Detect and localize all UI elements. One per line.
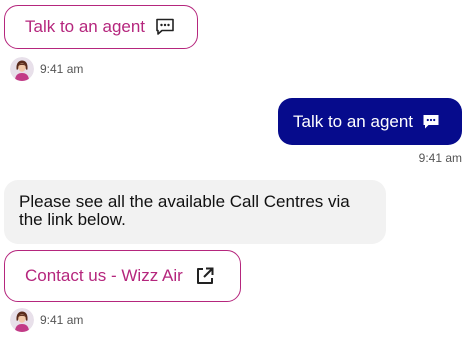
agent-meta-row: 9:41 am bbox=[10, 57, 83, 81]
agent-timestamp: 9:41 am bbox=[40, 313, 84, 327]
contact-us-label: Contact us - Wizz Air bbox=[25, 266, 183, 285]
agent-meta-row: 9:41 am bbox=[10, 308, 83, 332]
talk-to-agent-label: Talk to an agent bbox=[25, 17, 146, 36]
agent-message-bubble: Please see all the available Call Centre… bbox=[4, 180, 386, 244]
agent-avatar bbox=[10, 57, 34, 81]
contact-us-link-button[interactable]: Contact us - Wizz Air bbox=[4, 250, 241, 302]
agent-timestamp: 9:41 am bbox=[40, 62, 84, 76]
external-link-icon bbox=[195, 266, 215, 286]
agent-avatar bbox=[10, 308, 34, 332]
user-message-bubble: Talk to an agent bbox=[278, 98, 462, 145]
chat-transcript: Talk to an agent 9:41 am Talk to an agen… bbox=[0, 0, 476, 343]
talk-to-agent-quick-reply[interactable]: Talk to an agent bbox=[4, 5, 198, 49]
user-message-text: Talk to an agent bbox=[293, 111, 414, 131]
user-timestamp: 9:41 am bbox=[418, 151, 462, 165]
chat-bubble-icon bbox=[422, 114, 440, 130]
agent-message-text: Please see all the available Call Centre… bbox=[19, 192, 350, 229]
chat-bubble-icon bbox=[155, 18, 175, 36]
